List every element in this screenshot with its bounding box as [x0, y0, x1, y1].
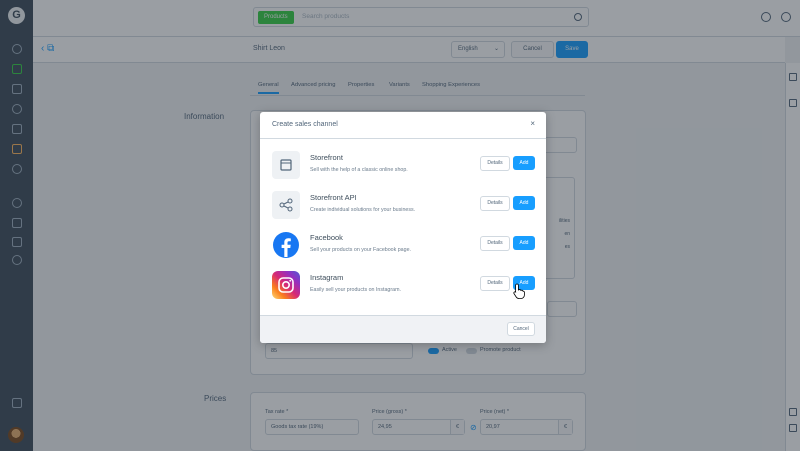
channel-name: Facebook — [310, 233, 343, 242]
channel-instagram: Instagram Easily sell your products on I… — [272, 271, 536, 301]
create-sales-channel-modal: Create sales channel × Storefront Sell w… — [260, 112, 546, 343]
channel-storefront-api: Storefront API Create individual solutio… — [272, 191, 536, 221]
details-button[interactable]: Details — [480, 276, 510, 291]
storefront-icon — [272, 151, 300, 179]
channel-facebook: Facebook Sell your products on your Face… — [272, 231, 536, 261]
instagram-icon — [272, 271, 300, 299]
modal-footer: Cancel — [260, 315, 546, 343]
add-button[interactable]: Add — [513, 156, 535, 170]
close-icon[interactable]: × — [530, 119, 535, 128]
modal-title: Create sales channel — [272, 121, 338, 128]
channel-description: Easily sell your products on Instagram. — [310, 287, 401, 293]
add-button[interactable]: Add — [513, 236, 535, 250]
channel-name: Storefront API — [310, 193, 357, 202]
channel-description: Sell your products on your Facebook page… — [310, 247, 411, 253]
channel-description: Create individual solutions for your bus… — [310, 207, 416, 213]
add-button[interactable]: Add — [513, 196, 535, 210]
share-nodes-icon — [272, 191, 300, 219]
cancel-button[interactable]: Cancel — [507, 322, 535, 336]
details-button[interactable]: Details — [480, 156, 510, 171]
hand-cursor-icon — [513, 283, 525, 299]
details-button[interactable]: Details — [480, 196, 510, 211]
channel-name: Storefront — [310, 153, 343, 162]
channel-name: Instagram — [310, 273, 344, 282]
facebook-icon — [272, 231, 300, 259]
details-button[interactable]: Details — [480, 236, 510, 251]
modal-header: Create sales channel × — [260, 112, 546, 139]
channel-storefront: Storefront Sell with the help of a class… — [272, 151, 536, 181]
channel-description: Sell with the help of a classic online s… — [310, 167, 408, 173]
